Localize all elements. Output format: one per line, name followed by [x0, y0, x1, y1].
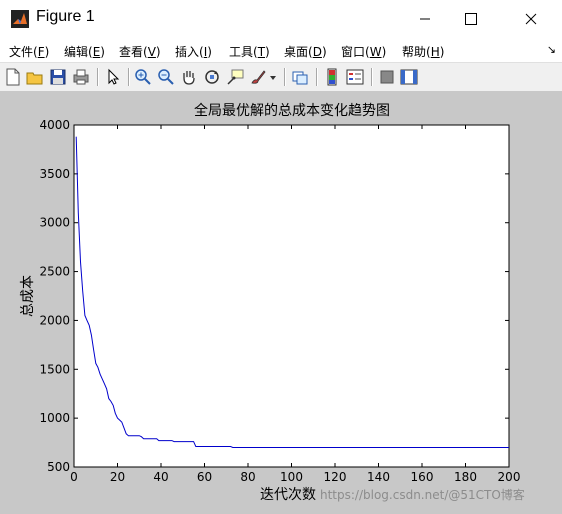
close-icon [525, 13, 537, 25]
chevron-down-icon[interactable] [268, 68, 278, 86]
menu-overflow-icon[interactable]: ↘ [547, 43, 556, 56]
window-title: Figure 1 [36, 8, 95, 25]
x-tick-label: 20 [110, 470, 125, 484]
x-tick-label: 180 [454, 470, 477, 484]
menu-bar: 文件(F) 编辑(E) 查看(V) 插入(I) 工具(T) 桌面(D) 窗口(W… [0, 38, 562, 62]
cost-trend-chart: 全局最优解的总成本变化趋势图 0 20 40 60 80 100 120 140 160 180 2… [20, 102, 521, 503]
y-tick-label: 4000 [39, 118, 70, 132]
new-figure-icon[interactable] [4, 68, 22, 86]
minimize-button[interactable] [402, 0, 448, 38]
watermark: https://blog.csdn.net/@51CTO博客 [320, 488, 525, 502]
link-plot-icon[interactable] [291, 68, 309, 86]
menu-edit[interactable]: 编辑(E) [64, 43, 105, 60]
rotate-3d-icon[interactable] [203, 68, 221, 86]
menu-file[interactable]: 文件(F) [9, 43, 49, 60]
menu-view[interactable]: 查看(V) [119, 43, 161, 60]
chart-title: 全局最优解的总成本变化趋势图 [194, 102, 390, 119]
figure-toolbar [0, 62, 562, 92]
y-tick-label: 3000 [39, 216, 70, 230]
toolbar-separator [128, 68, 130, 86]
x-tick-label: 0 [70, 470, 78, 484]
menu-help[interactable]: 帮助(H) [402, 43, 444, 60]
zoom-out-icon[interactable] [157, 68, 175, 86]
x-tick-label: 100 [280, 470, 303, 484]
close-button[interactable] [508, 0, 554, 38]
toolbar-separator [371, 68, 373, 86]
y-tick-label: 2000 [39, 313, 70, 327]
y-tick-label: 2500 [39, 265, 70, 279]
pan-hand-icon[interactable] [180, 68, 198, 86]
show-plot-tools-icon[interactable] [400, 68, 418, 86]
brush-icon[interactable] [249, 68, 267, 86]
x-tick-label: 40 [153, 470, 168, 484]
y-tick-label: 500 [47, 460, 70, 474]
y-axis-label: 总成本 [20, 275, 36, 317]
minimize-icon [420, 18, 430, 20]
figure-canvas: 全局最优解的总成本变化趋势图 0 20 40 60 80 100 120 140 160 180 2… [0, 91, 562, 514]
x-tick-label: 140 [367, 470, 390, 484]
x-tick-label: 60 [197, 470, 212, 484]
data-cursor-icon[interactable] [226, 68, 244, 86]
menu-tools[interactable]: 工具(T) [229, 43, 270, 60]
x-tick-label: 120 [324, 470, 347, 484]
legend-icon[interactable] [346, 68, 364, 86]
hide-plot-tools-icon[interactable] [378, 68, 396, 86]
x-tick-label: 80 [240, 470, 255, 484]
maximize-icon [465, 13, 477, 25]
x-tick-label: 160 [411, 470, 434, 484]
toolbar-separator [97, 68, 99, 86]
toolbar-separator [284, 68, 286, 86]
plot-area [73, 124, 510, 468]
colorbar-icon[interactable] [323, 68, 341, 86]
open-file-icon[interactable] [26, 68, 44, 86]
x-axis-label: 迭代次数 [260, 487, 316, 503]
menu-insert[interactable]: 插入(I) [175, 43, 212, 60]
menu-desktop[interactable]: 桌面(D) [284, 43, 327, 60]
title-bar: Figure 1 [0, 0, 562, 38]
save-icon[interactable] [49, 68, 67, 86]
pointer-icon[interactable] [104, 68, 122, 86]
y-tick-label: 1500 [39, 362, 70, 376]
y-tick-label: 1000 [39, 411, 70, 425]
maximize-button[interactable] [448, 0, 494, 38]
x-tick-label: 200 [498, 470, 521, 484]
print-icon[interactable] [72, 68, 90, 86]
zoom-in-icon[interactable] [134, 68, 152, 86]
toolbar-separator [316, 68, 318, 86]
matlab-app-icon [11, 10, 29, 28]
y-tick-label: 3500 [39, 167, 70, 181]
menu-window[interactable]: 窗口(W) [341, 43, 386, 60]
